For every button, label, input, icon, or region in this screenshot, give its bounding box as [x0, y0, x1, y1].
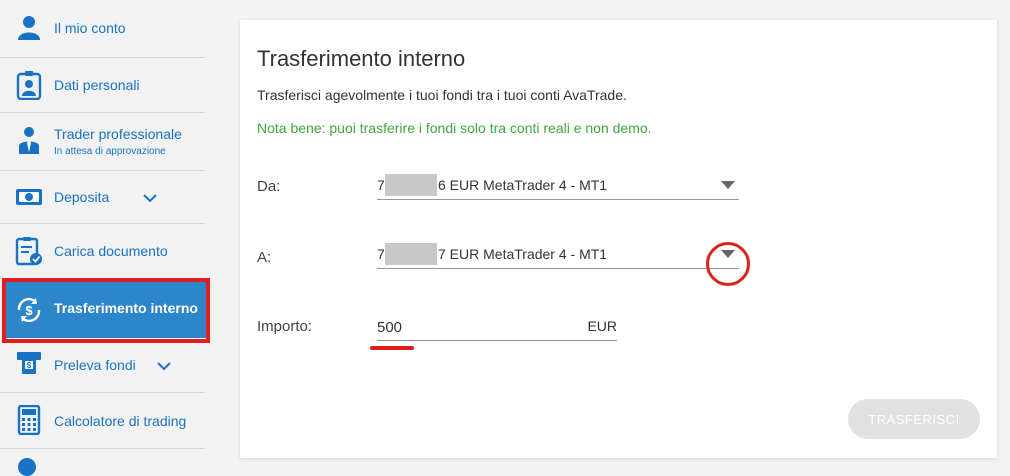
svg-text:$: $ — [27, 361, 32, 370]
sidebar-item-deposita[interactable]: Deposita — [0, 171, 205, 224]
approval-status: In attesa di approvazione — [54, 146, 166, 157]
amount-label: Importo: — [257, 318, 313, 335]
transfer-card: Trasferimento interno Trasferisci agevol… — [240, 20, 997, 458]
dropdown-caret-icon[interactable] — [721, 181, 735, 189]
sidebar: Il mio conto Dati personali Trader profe… — [0, 0, 220, 476]
sidebar-item-label: Trader professionale — [54, 126, 182, 142]
professional-user-icon — [14, 125, 44, 155]
svg-text:$: $ — [25, 303, 33, 318]
sidebar-item-label: Il mio conto — [54, 20, 126, 36]
to-account-prefix: 7 — [377, 246, 385, 262]
sidebar-item-label: Carica documento — [54, 243, 168, 259]
redacted-mask — [385, 243, 437, 265]
transfer-button[interactable]: TRASFERISCI — [848, 399, 980, 439]
calculator-icon — [14, 405, 44, 435]
chevron-down-icon[interactable] — [157, 361, 171, 371]
page-title: Trasferimento interno — [257, 46, 466, 71]
chevron-down-icon[interactable] — [143, 193, 157, 203]
amount-input[interactable] — [377, 315, 527, 339]
atm-withdraw-icon: $ — [14, 348, 44, 378]
sidebar-item-dati-personali[interactable]: Dati personali — [0, 58, 205, 113]
notice-text: Nota bene: puoi trasferire i fondi solo … — [257, 120, 652, 136]
page-subtitle: Trasferisci agevolmente i tuoi fondi tra… — [257, 87, 627, 103]
from-account-select[interactable]: 7 6 EUR MetaTrader 4 - MT1 — [377, 174, 739, 200]
sidebar-item-il-mio-conto[interactable]: Il mio conto — [0, 0, 205, 58]
currency-label: EUR — [587, 318, 617, 334]
from-account-value: 6 EUR MetaTrader 4 - MT1 — [438, 177, 608, 193]
redacted-mask — [385, 174, 437, 196]
banknote-icon — [14, 182, 44, 212]
from-label: Da: — [257, 178, 281, 195]
transfer-dollar-icon: $ — [14, 295, 44, 325]
sidebar-item-calcolatore-di-trading[interactable]: Calcolatore di trading — [0, 393, 205, 449]
sidebar-item-trasferimento-interno[interactable]: $ Trasferimento interno — [6, 282, 206, 338]
sidebar-item-label: Trasferimento interno — [54, 300, 198, 316]
id-badge-icon — [14, 70, 44, 100]
sidebar-item-label: Deposita — [54, 189, 110, 205]
sidebar-item-preleva-fondi[interactable]: $ Preleva fondi — [0, 338, 205, 393]
to-account-select[interactable]: 7 7 EUR MetaTrader 4 - MT1 — [377, 243, 739, 269]
next-item-icon — [18, 458, 36, 476]
amount-field[interactable]: EUR — [377, 315, 617, 341]
sidebar-item-carica-documento[interactable]: Carica documento — [0, 224, 205, 279]
sidebar-item-trader-professionale[interactable]: Trader professionale In attesa di approv… — [0, 113, 205, 171]
user-icon — [14, 12, 44, 42]
sidebar-item-label: Preleva fondi — [54, 357, 136, 373]
annotation-circle — [706, 242, 750, 286]
sidebar-item-label: Calcolatore di trading — [54, 413, 187, 429]
sidebar-item-label: Dati personali — [54, 77, 140, 93]
to-label: A: — [257, 249, 272, 266]
clipboard-check-icon — [14, 236, 44, 266]
annotation-underline — [370, 346, 414, 350]
from-account-prefix: 7 — [377, 177, 385, 193]
to-account-value: 7 EUR MetaTrader 4 - MT1 — [438, 246, 608, 262]
